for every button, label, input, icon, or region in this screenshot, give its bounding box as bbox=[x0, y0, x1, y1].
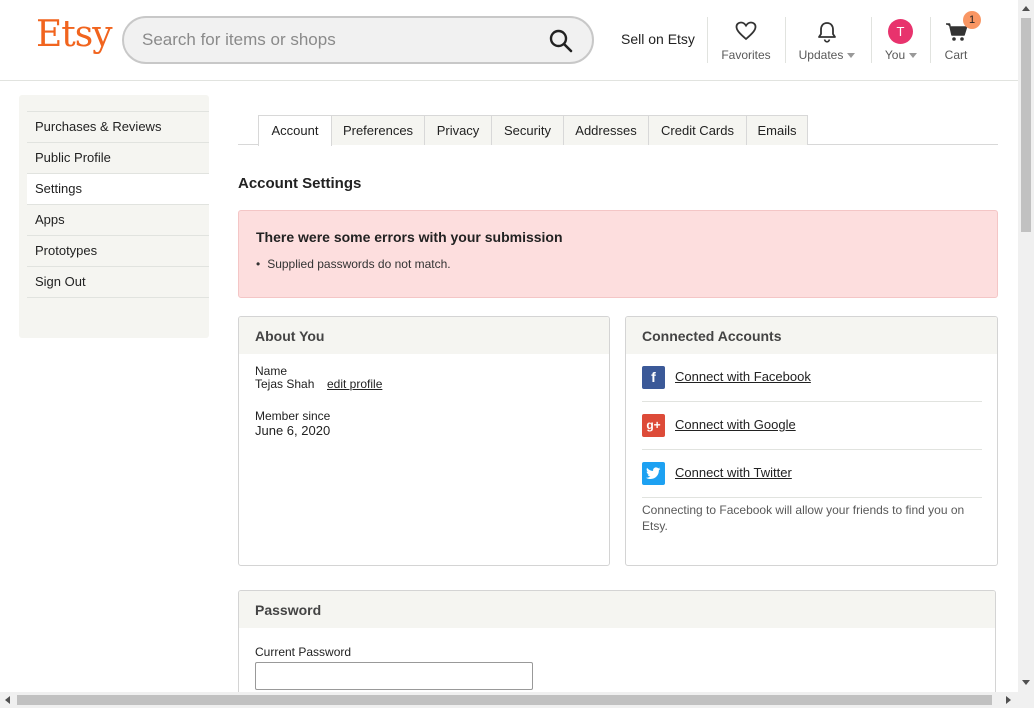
twitter-connect-row: Connect with Twitter bbox=[642, 450, 982, 498]
sidebar-item-sign-out[interactable]: Sign Out bbox=[27, 267, 209, 298]
about-you-panel: About You Name Tejas Shah edit profile M… bbox=[238, 316, 610, 566]
heart-icon bbox=[735, 21, 757, 41]
member-since-label: Member since bbox=[255, 409, 331, 423]
tab-credit-cards[interactable]: Credit Cards bbox=[648, 115, 747, 145]
favorites-label: Favorites bbox=[721, 48, 771, 62]
sidebar-item-public-profile[interactable]: Public Profile bbox=[27, 143, 209, 174]
account-sidebar: Purchases & Reviews Public Profile Setti… bbox=[19, 95, 209, 338]
connect-facebook-link[interactable]: Connect with Facebook bbox=[675, 369, 811, 384]
connected-accounts-heading: Connected Accounts bbox=[626, 317, 997, 354]
bell-icon bbox=[818, 22, 836, 43]
edit-profile-link[interactable]: edit profile bbox=[327, 377, 382, 391]
chevron-down-icon bbox=[847, 53, 856, 59]
vertical-scroll-thumb[interactable] bbox=[1021, 18, 1031, 232]
facebook-icon: f bbox=[642, 366, 665, 389]
sell-on-etsy-link[interactable]: Sell on Etsy bbox=[621, 31, 695, 47]
scroll-down-arrow-icon[interactable] bbox=[1022, 680, 1030, 685]
twitter-icon bbox=[642, 462, 665, 485]
cart-count-badge: 1 bbox=[963, 11, 981, 29]
tab-security[interactable]: Security bbox=[491, 115, 564, 145]
connect-google-link[interactable]: Connect with Google bbox=[675, 417, 796, 432]
tab-emails[interactable]: Emails bbox=[746, 115, 808, 145]
horizontal-scrollbar[interactable] bbox=[0, 692, 1034, 708]
nav-divider bbox=[930, 17, 931, 63]
nav-divider bbox=[785, 17, 786, 63]
tab-addresses[interactable]: Addresses bbox=[563, 115, 649, 145]
page-title: Account Settings bbox=[238, 175, 362, 192]
chevron-down-icon bbox=[909, 53, 918, 59]
etsy-logo[interactable]: Etsy bbox=[36, 14, 113, 55]
vertical-scrollbar[interactable] bbox=[1018, 0, 1034, 692]
connected-accounts-panel: Connected Accounts f Connect with Facebo… bbox=[625, 316, 998, 566]
updates-button[interactable]: Updates bbox=[792, 16, 862, 66]
facebook-connect-note: Connecting to Facebook will allow your f… bbox=[642, 503, 965, 533]
password-heading: Password bbox=[239, 591, 995, 628]
updates-label: Updates bbox=[792, 48, 862, 62]
tab-privacy[interactable]: Privacy bbox=[424, 115, 492, 145]
favorites-button[interactable]: Favorites bbox=[716, 16, 776, 66]
cart-button[interactable]: 1 Cart bbox=[935, 11, 981, 66]
current-password-label: Current Password bbox=[255, 645, 352, 659]
settings-tabs: Account Preferences Privacy Security Add… bbox=[238, 115, 998, 146]
name-value: Tejas Shah bbox=[255, 377, 315, 391]
facebook-connect-row: f Connect with Facebook bbox=[642, 354, 982, 402]
google-connect-row: g+ Connect with Google bbox=[642, 402, 982, 450]
search-bar bbox=[122, 16, 594, 64]
alert-message: Supplied passwords do not match. bbox=[256, 257, 450, 271]
horizontal-scroll-thumb[interactable] bbox=[17, 695, 992, 705]
name-label: Name bbox=[255, 364, 288, 378]
member-since-value: June 6, 2020 bbox=[255, 423, 331, 438]
error-alert: There were some errors with your submiss… bbox=[238, 210, 998, 298]
scroll-up-arrow-icon[interactable] bbox=[1022, 6, 1030, 11]
nav-divider bbox=[707, 17, 708, 63]
scroll-left-arrow-icon[interactable] bbox=[5, 696, 10, 704]
cart-label: Cart bbox=[944, 48, 968, 62]
search-icon[interactable] bbox=[548, 28, 574, 54]
site-header: Etsy Sell on Etsy Favorites Updates T Yo… bbox=[0, 0, 1018, 81]
you-menu-button[interactable]: T You bbox=[875, 16, 927, 66]
alert-title: There were some errors with your submiss… bbox=[256, 229, 563, 245]
sidebar-item-settings[interactable]: Settings bbox=[27, 174, 209, 205]
avatar: T bbox=[888, 19, 913, 44]
tab-preferences[interactable]: Preferences bbox=[331, 115, 425, 145]
sidebar-item-prototypes[interactable]: Prototypes bbox=[27, 236, 209, 267]
nav-divider bbox=[871, 17, 872, 63]
password-panel: Password Current Password bbox=[238, 590, 996, 708]
you-label: You bbox=[875, 48, 927, 62]
tab-account[interactable]: Account bbox=[258, 115, 332, 146]
search-input[interactable] bbox=[142, 28, 532, 52]
about-you-heading: About You bbox=[239, 317, 609, 354]
google-plus-icon: g+ bbox=[642, 414, 665, 437]
connect-twitter-link[interactable]: Connect with Twitter bbox=[675, 465, 792, 480]
scroll-right-arrow-icon[interactable] bbox=[1006, 696, 1011, 704]
current-password-input[interactable] bbox=[255, 662, 533, 690]
sidebar-item-purchases-reviews[interactable]: Purchases & Reviews bbox=[27, 112, 209, 143]
sidebar-item-apps[interactable]: Apps bbox=[27, 205, 209, 236]
sidebar-nav: Purchases & Reviews Public Profile Setti… bbox=[27, 111, 209, 298]
